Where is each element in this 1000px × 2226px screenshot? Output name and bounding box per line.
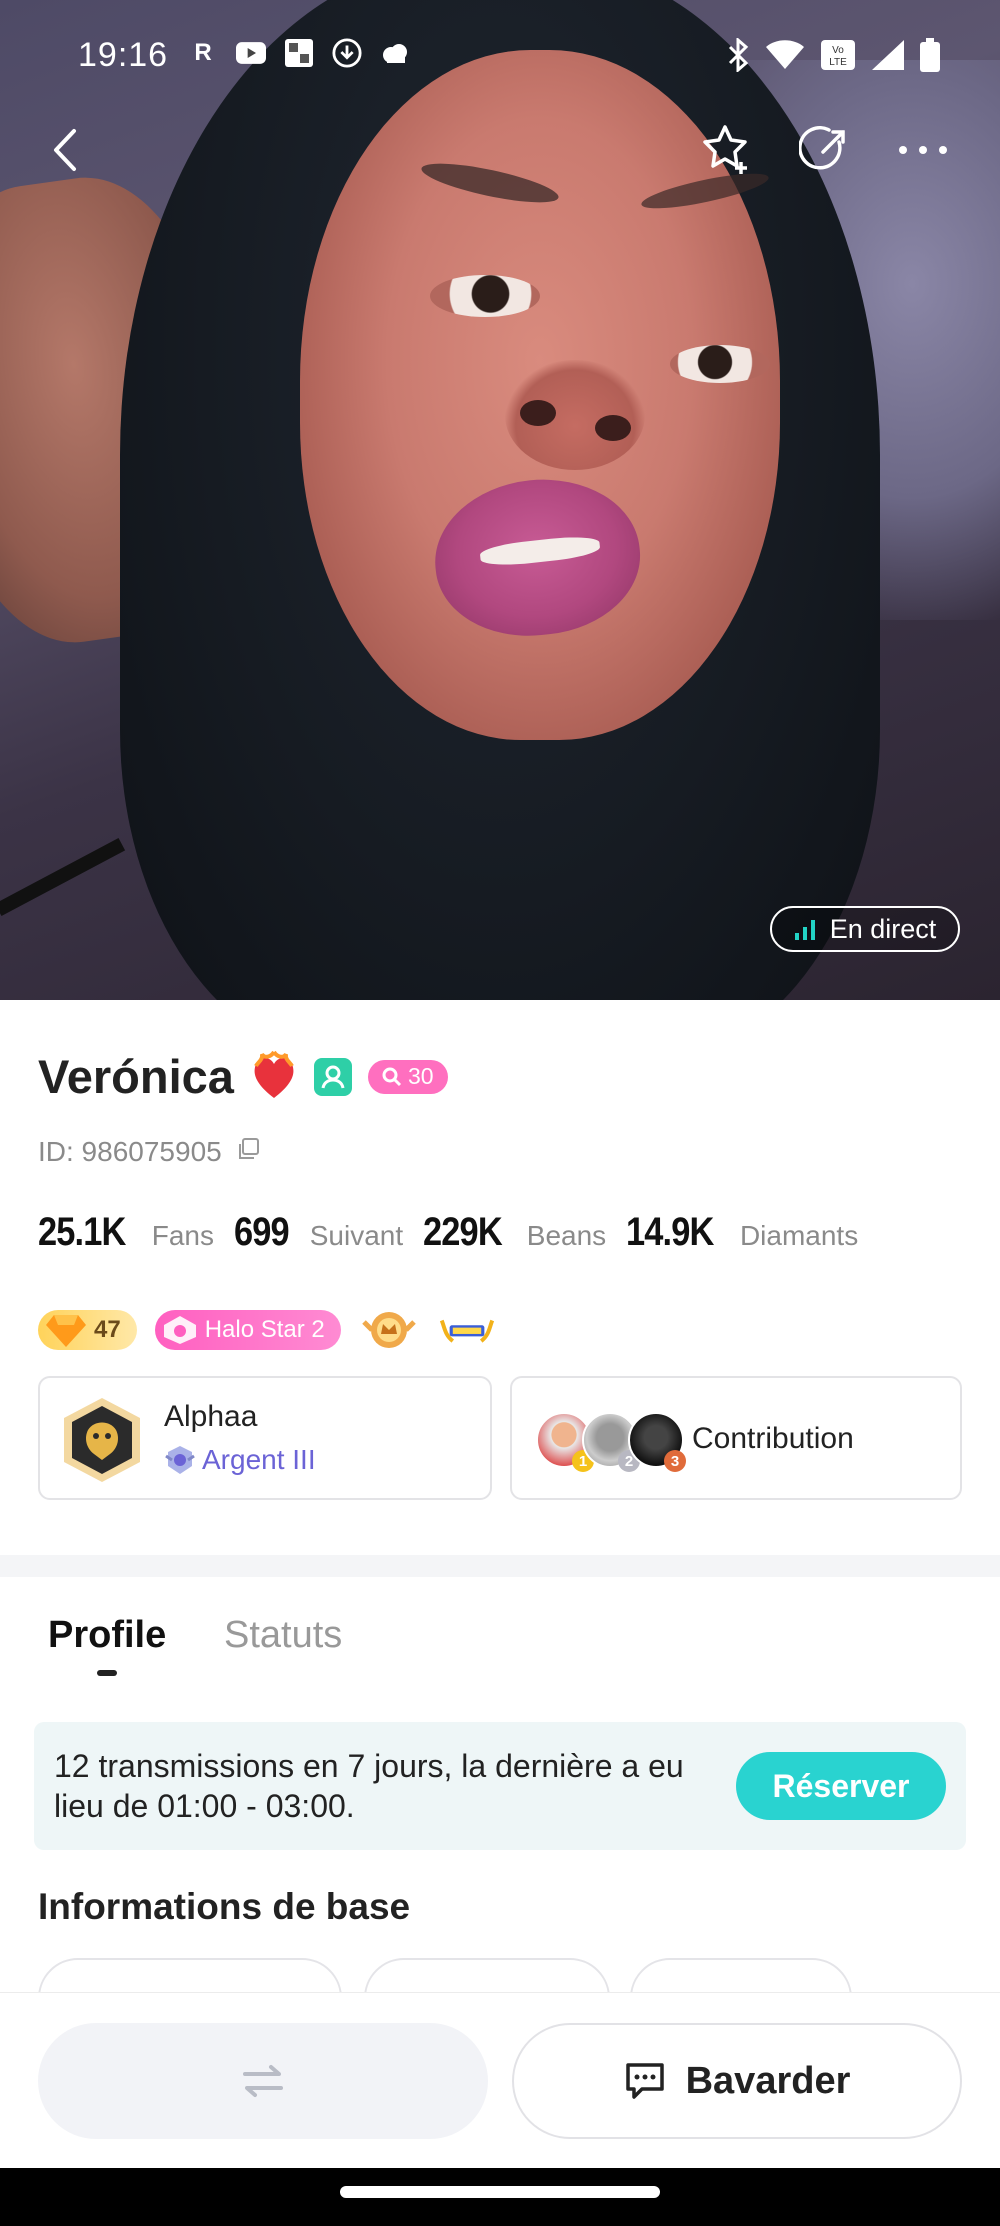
following-label[interactable]: Suivant: [310, 1220, 403, 1252]
svg-text:LTE: LTE: [829, 57, 847, 68]
status-bar: 19:16 R Vo LTE: [0, 0, 1000, 115]
back-arrow-icon: [54, 129, 76, 171]
contributor-avatars: 1 2 3: [536, 1412, 686, 1472]
family-card[interactable]: Alphaa Argent III: [38, 1376, 492, 1500]
level-value: 30: [407, 1063, 434, 1089]
user-id: ID: 986075905: [38, 1136, 222, 1167]
beans-count: 229K: [423, 1210, 503, 1254]
contribution-card[interactable]: 1 2 3 Contribution: [510, 1376, 962, 1500]
star-plus-icon: [703, 125, 747, 174]
status-time: 19:16: [78, 36, 169, 74]
name-row: Verónica 30: [38, 1048, 448, 1105]
cover-nostril-right: [595, 415, 631, 441]
family-name: Alphaa: [164, 1400, 258, 1433]
more-options-button[interactable]: [888, 115, 958, 185]
cover-eye-left: [430, 275, 540, 317]
broadcast-schedule-notice: 12 transmissions en 7 jours, la dernière…: [34, 1722, 966, 1850]
fans-count[interactable]: 25.1K: [38, 1210, 126, 1255]
status-right-icons: Vo LTE: [726, 36, 940, 77]
id-row: ID: 986075905: [38, 1136, 260, 1168]
reserve-button[interactable]: Réserver: [736, 1752, 946, 1820]
system-navigation-bar: [0, 2168, 1000, 2226]
copy-icon: [238, 1138, 259, 1159]
uniqlo-icon: [284, 38, 314, 68]
follow-toggle-button[interactable]: [38, 2023, 488, 2139]
home-indicator[interactable]: [340, 2186, 660, 2198]
status-left-icons: R: [188, 38, 410, 68]
bluetooth-icon: [726, 36, 750, 77]
r-app-icon: R: [194, 39, 212, 66]
cover-eye-right: [670, 345, 770, 383]
share-button[interactable]: [790, 115, 860, 185]
contribution-label: Contribution: [692, 1422, 854, 1455]
bottom-action-bar: Bavarder: [0, 1992, 1000, 2169]
beans-label: Beans: [526, 1220, 607, 1251]
search-person-icon: [382, 1067, 402, 1086]
latam-laurel-icon: [439, 1319, 494, 1343]
level-badge: 30: [367, 1059, 448, 1094]
tab-profile[interactable]: Profile: [48, 1614, 166, 1657]
cover-nostril-left: [520, 400, 556, 426]
diamond-level-value: 47: [94, 1316, 121, 1343]
user-check-icon: [321, 1065, 345, 1088]
more-dots-icon: [899, 146, 947, 154]
top-navigation: [0, 115, 1000, 195]
diamond-icon: [46, 1315, 86, 1347]
cover-strap: [0, 837, 126, 917]
download-icon: [332, 38, 362, 68]
copy-id-button[interactable]: [236, 1136, 260, 1168]
info-chip: [364, 1958, 610, 1992]
fans-label[interactable]: Fans: [152, 1220, 214, 1252]
diamond-level-badge[interactable]: 47: [38, 1310, 137, 1350]
diamonds-label: Diamants: [739, 1220, 859, 1251]
halo-star-badge[interactable]: Halo Star 2: [154, 1310, 341, 1350]
halo-star-label: Halo Star 2: [204, 1316, 325, 1343]
live-label: En direct: [829, 913, 937, 944]
contributor-rank: 3: [664, 1450, 686, 1472]
crown-medal-icon: [361, 1312, 416, 1348]
basic-info-title: Informations de base: [38, 1886, 411, 1927]
tab-statuts[interactable]: Statuts: [224, 1614, 342, 1657]
contributor-avatar: 3: [628, 1412, 686, 1472]
family-rank-row: Argent III: [164, 1444, 316, 1476]
favorite-add-button[interactable]: [692, 115, 762, 185]
chat-label: Bavarder: [685, 2059, 851, 2102]
stats-row: 25.1K Fans 699 Suivant 229K Beans 14.9K …: [38, 1210, 866, 1255]
live-now-button[interactable]: En direct: [770, 906, 960, 952]
volte-icon: Vo LTE: [820, 39, 856, 76]
flaming-heart-icon: [250, 1048, 298, 1105]
profile-tabs: Profile Statuts: [0, 1600, 1000, 1690]
silver-rank-icon: [165, 1446, 195, 1474]
active-tab-indicator: [97, 1670, 117, 1676]
latam-badge[interactable]: [437, 1308, 497, 1352]
back-button[interactable]: [30, 115, 100, 185]
profile-name: Verónica: [38, 1050, 234, 1103]
schedule-text: 12 transmissions en 7 jours, la dernière…: [54, 1748, 684, 1824]
share-icon: [799, 126, 845, 170]
swap-arrows-icon: [243, 2065, 283, 2097]
family-rank: Argent III: [202, 1444, 316, 1475]
signal-icon: [872, 40, 904, 75]
lion-emblem-icon: [64, 1398, 140, 1482]
svg-text:Vo: Vo: [832, 45, 844, 56]
chat-button[interactable]: Bavarder: [512, 2023, 962, 2139]
section-divider: [0, 1555, 1000, 1577]
chat-bubble-icon: [625, 2063, 664, 2099]
wifi-icon: [766, 40, 804, 75]
badges-row: 47 Halo Star 2: [38, 1308, 497, 1352]
crown-medal-badge[interactable]: [359, 1308, 419, 1352]
live-signal-icon: [794, 920, 815, 940]
basic-info-chips: [38, 1958, 978, 1992]
battery-icon: [920, 38, 940, 77]
verified-user-badge: [313, 1057, 352, 1096]
diamonds-count: 14.9K: [626, 1210, 714, 1254]
halo-icon: [163, 1316, 196, 1344]
info-chip: [38, 1958, 342, 1992]
following-count[interactable]: 699: [234, 1210, 290, 1255]
youtube-icon: [236, 38, 266, 68]
info-chip: [630, 1958, 852, 1992]
cloud-icon: [380, 38, 410, 68]
